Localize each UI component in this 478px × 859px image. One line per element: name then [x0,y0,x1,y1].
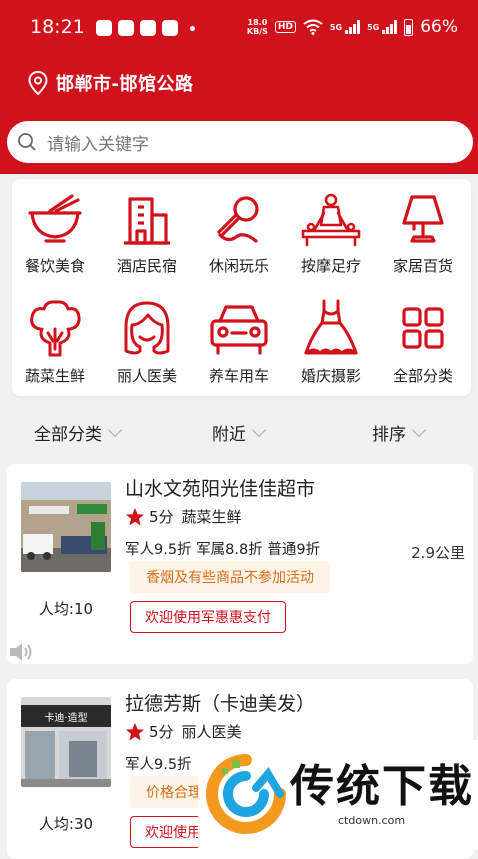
signal-type-1: 5G [329,22,343,32]
filter-sort[interactable]: 排序 [372,420,427,445]
store-name: 拉德芳斯（卡迪美发） [125,693,316,715]
store-rating: 5分 丽人医美 [125,721,242,742]
store-rating: 5分 蔬菜生鲜 [125,506,242,527]
store-photo: 卡迪·造型 [21,697,111,787]
status-time: 18:21 [30,16,85,38]
speaker-icon[interactable] [8,640,34,668]
category-label: 丽人医美 [116,367,177,385]
notification-icons [96,20,195,36]
avg-price: 人均:30 [38,815,94,833]
pay-button[interactable]: 欢迎使用军惠惠支付 [130,601,286,633]
filter-bar: 全部分类 附近 排序 [0,412,478,452]
category-label: 婚庆摄影 [300,367,361,385]
chevron-down-icon [107,422,123,437]
car-icon [210,305,268,355]
store-card[interactable]: 人均:10 山水文苑阳光佳佳超市 5分 蔬菜生鲜 军人9.5折 军属8.8折 普… [7,464,473,664]
lamp-icon [402,195,444,243]
woman-face-icon [124,301,170,355]
discount-info: 军人9.5折 军属8.8折 普通9折 [125,542,321,558]
watermark-logo-icon [206,754,286,834]
massage-icon [301,193,361,247]
notice-tag: 香烟及有些商品不参加活动 [130,561,330,593]
store-name: 山水文苑阳光佳佳超市 [125,478,316,500]
search-input[interactable]: 请输入关键字 [7,121,473,163]
category-label: 家居百货 [392,257,453,275]
category-hotel[interactable]: 酒店民宿 [107,193,187,276]
bowl-icon [28,194,82,243]
category-label: 养车用车 [208,367,269,385]
category-label: 按摩足疗 [300,257,361,275]
category-all[interactable]: 全部分类 [383,299,463,386]
category-leisure[interactable]: 休闲玩乐 [199,193,279,276]
search-icon [18,133,36,151]
star-icon [126,507,144,525]
category-wedding[interactable]: 婚庆摄影 [291,299,371,386]
distance: 2.9公里 [411,544,465,562]
filter-nearby[interactable]: 附近 [212,420,267,445]
microphone-icon [217,196,259,243]
svg-text:卡迪·造型: 卡迪·造型 [44,711,87,724]
category-car[interactable]: 养车用车 [199,299,279,386]
browser-app-icon [162,20,178,36]
watermark-url: ctdown.com [338,814,406,827]
star-icon [126,722,144,740]
category-home[interactable]: 家居百货 [383,193,463,276]
wedding-dress-icon [304,299,358,355]
grid-icon [402,307,444,349]
category-label: 餐饮美食 [24,257,85,275]
signal-bars-icon [345,20,361,34]
category-label: 全部分类 [392,367,453,385]
avg-price: 人均:10 [38,600,94,618]
hotel-icon [124,197,170,245]
app-notification-icon [96,20,112,36]
battery-icon [404,18,414,36]
category-catering[interactable]: 餐饮美食 [15,193,95,276]
watermark: 传统下载 ctdown.com [198,740,478,850]
chevron-down-icon [251,422,267,437]
rating-score: 5分 [149,508,174,526]
category-massage[interactable]: 按摩足疗 [291,193,371,276]
location-selector[interactable]: 邯郸市-邯馆公路 [28,70,193,96]
store-photo [21,482,111,572]
category-beauty[interactable]: 丽人医美 [107,299,187,386]
store-category: 丽人医美 [181,723,242,741]
filter-all-categories[interactable]: 全部分类 [34,420,123,445]
category-label: 蔬菜生鲜 [24,367,85,385]
battery-percent: 66% [420,17,458,37]
watermark-title: 传统下载 [290,761,474,812]
category-label: 酒店民宿 [116,257,177,275]
header-bar: 18:21 18.0KB/S HD 5G 5G 66% 邯郸市-邯馆公路 请输 [0,0,478,174]
status-bar: 18:21 18.0 KB/S HD 5G 5G 66% [0,0,478,56]
hd-badge: HD [274,21,296,33]
discount-info: 军人9.5折 [125,757,192,773]
location-pin-icon [28,71,48,95]
network-speed: 18.0 KB/S [246,18,268,36]
broccoli-icon [30,300,81,357]
rating-score: 5分 [149,723,174,741]
more-notifications-dot [190,25,195,31]
store-category: 蔬菜生鲜 [181,508,242,526]
chevron-down-icon [411,422,427,437]
search-placeholder: 请输入关键字 [47,134,149,155]
wifi-icon [303,19,323,35]
category-grid: 餐饮美食 酒店民宿 休闲玩乐 按摩足疗 家居百货 蔬菜生鲜 丽人医美 养车用车 … [12,179,471,396]
category-vegetables[interactable]: 蔬菜生鲜 [15,299,95,386]
app-notification-icon [118,20,134,36]
location-text: 邯郸市-邯馆公路 [56,74,194,95]
signal-type-2: 5G [367,22,380,32]
message-app-icon [140,20,156,36]
signal-bars-icon [382,20,398,34]
category-label: 休闲玩乐 [208,257,269,275]
